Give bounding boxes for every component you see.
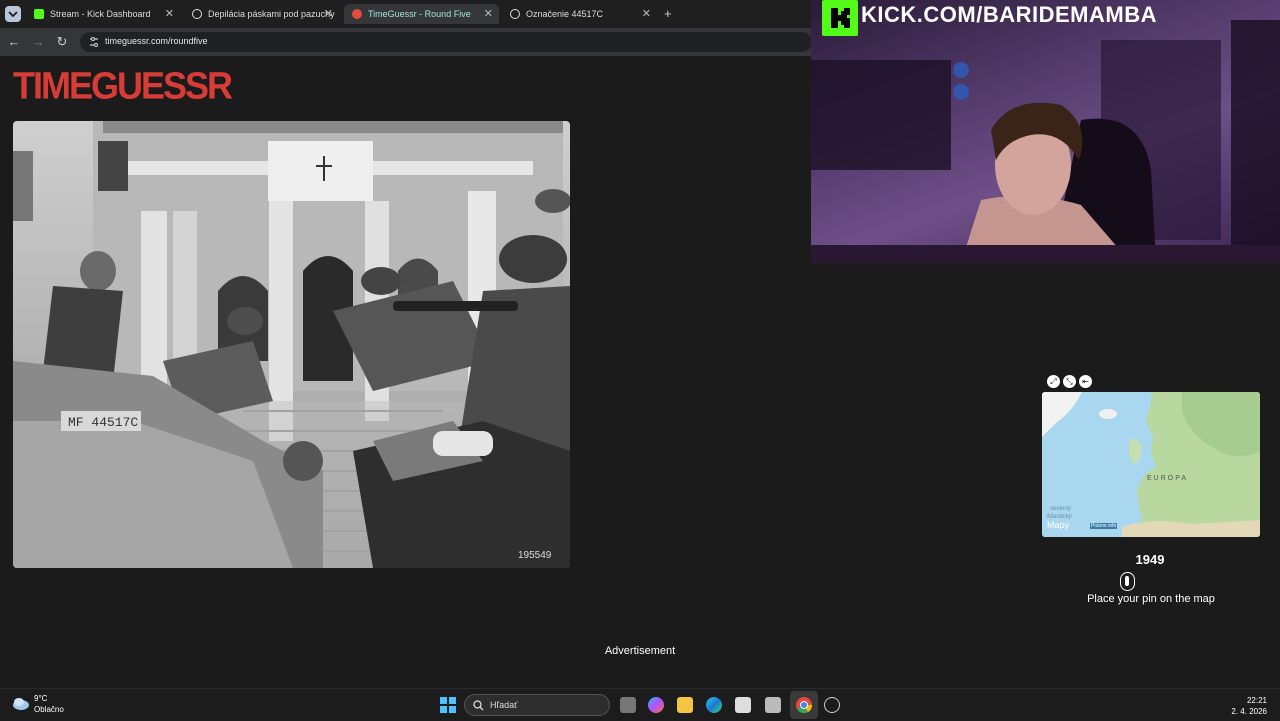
photo-number: 195549 [518, 550, 552, 561]
url-text: timeguessr.com/roundfive [105, 36, 208, 46]
weather-description: Oblačno [34, 705, 64, 714]
chrome-icon [796, 697, 812, 713]
forward-arrow-icon[interactable]: → [30, 34, 46, 49]
address-bar[interactable]: timeguessr.com/roundfive [80, 32, 812, 52]
tab-oznacenie[interactable]: Označenie 44517C ✕ [502, 4, 657, 24]
browser-toolbar: ← → ↻ timeguessr.com/roundfive [0, 28, 812, 56]
weather-temp: 9°C [34, 694, 48, 703]
search-icon [473, 700, 484, 711]
tab-search-button[interactable] [5, 6, 21, 22]
map-legal-link[interactable]: Právne info [1090, 523, 1118, 529]
cloud-icon [13, 698, 29, 710]
pin-instruction: Place your pin on the map [1087, 593, 1215, 605]
windows-logo-icon [440, 697, 456, 713]
plus-icon: + [664, 6, 672, 21]
tab-title: TimeGuessr - Round Five [368, 9, 471, 19]
browser-tab-bar: Stream - Kick Dashboard ✕ Depilácia pásk… [0, 0, 812, 28]
obs-icon[interactable] [824, 697, 840, 713]
start-button[interactable] [440, 697, 456, 718]
globe-favicon-icon [192, 9, 202, 19]
vehicle-marking: MF 44517C [68, 415, 138, 430]
reload-icon[interactable]: ↻ [54, 34, 70, 50]
microsoft-store-icon[interactable] [735, 697, 751, 713]
tab-title: Stream - Kick Dashboard [50, 9, 151, 19]
app-icon[interactable] [765, 697, 781, 713]
file-explorer-icon[interactable] [677, 697, 693, 713]
close-tab-icon[interactable]: ✕ [324, 7, 333, 20]
back-arrow-icon[interactable]: ← [6, 34, 22, 49]
system-clock[interactable]: 22:21 2. 4. 2026 [1231, 695, 1267, 717]
timeguessr-logo[interactable]: TIMEGUESSR [13, 64, 233, 107]
new-tab-button[interactable]: + [664, 6, 672, 21]
tab-kick-dashboard[interactable]: Stream - Kick Dashboard ✕ [26, 4, 180, 24]
map-attribution: Mapy [1047, 520, 1070, 530]
year-slider-handle[interactable] [1120, 572, 1135, 591]
close-tab-icon[interactable]: ✕ [484, 7, 493, 20]
copilot-icon[interactable] [648, 697, 664, 713]
site-info-icon[interactable] [88, 36, 100, 48]
clock-time: 22:21 [1246, 696, 1267, 705]
tab-depilacia[interactable]: Depilácia páskami pod pazuchy ✕ [184, 4, 339, 24]
clock-date: 2. 4. 2026 [1231, 707, 1267, 716]
timeguessr-favicon-icon [352, 9, 362, 19]
tab-title: Označenie 44517C [526, 9, 604, 19]
round-photo: MF 44517C 195549 [13, 121, 570, 568]
chevron-down-icon [8, 11, 18, 18]
kick-favicon-icon [34, 9, 44, 19]
expand-icon[interactable]: ⤢ [1047, 375, 1060, 388]
windows-taskbar: 9°C Oblačno Hľadať 22:21 2. 4. 2026 [0, 688, 1280, 721]
year-value: 1949 [1135, 552, 1165, 567]
taskbar-search-box[interactable]: Hľadať [464, 694, 610, 716]
globe-favicon-icon [510, 9, 520, 19]
edge-browser-icon[interactable] [706, 697, 722, 713]
historical-photo: MF 44517C 195549 [13, 121, 570, 568]
task-view-icon[interactable] [620, 697, 636, 713]
search-placeholder: Hľadať [490, 700, 518, 710]
webcam-feed [811, 20, 1280, 263]
close-tab-icon[interactable]: ✕ [165, 7, 174, 20]
close-tab-icon[interactable]: ✕ [642, 7, 651, 20]
kick-k-icon [831, 8, 850, 28]
arrow-icon[interactable]: ⇤ [1079, 375, 1092, 388]
collapse-icon[interactable]: ⤡ [1063, 375, 1076, 388]
webcam-overlay [811, 0, 1280, 263]
advertisement-label: Advertisement [604, 645, 676, 657]
tab-timeguessr[interactable]: TimeGuessr - Round Five ✕ [344, 4, 499, 24]
stream-url-overlay: KICK.COM/BARIDEMAMBA [861, 2, 1157, 27]
map-tiles: EURÓPA severný Atlantický [1042, 392, 1260, 537]
map-region-label: EURÓPA [1147, 473, 1188, 482]
tab-title: Depilácia páskami pod pazuchy [208, 9, 335, 19]
chrome-taskbar-button[interactable] [790, 691, 818, 719]
kick-logo-icon [822, 0, 858, 36]
guess-map[interactable]: EURÓPA severný Atlantický Mapy Právne in… [1042, 392, 1260, 537]
map-ocean-label: severný [1050, 506, 1072, 512]
